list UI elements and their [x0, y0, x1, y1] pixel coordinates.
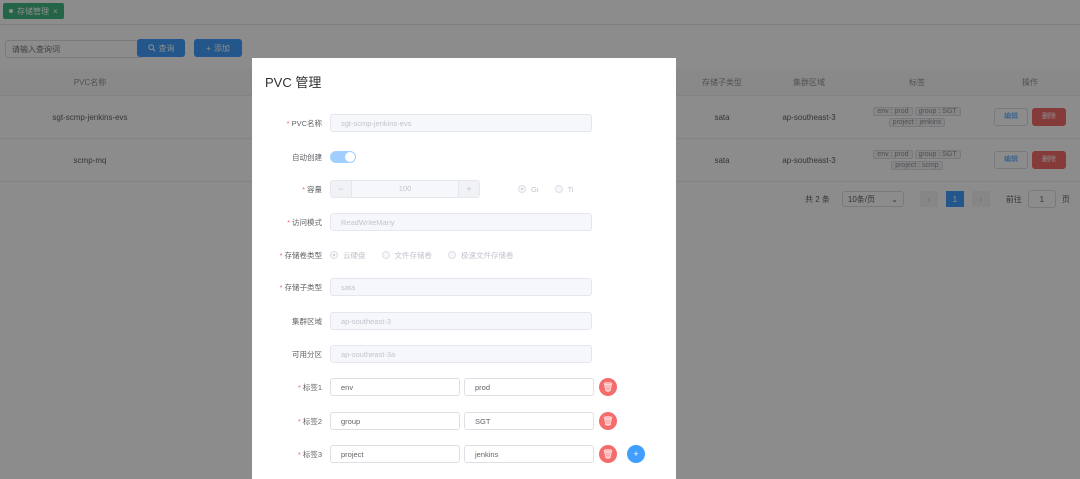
form-row-pvc-name: * PVC名称 sgt-scmp-jenkins-evs	[252, 113, 592, 133]
trash-icon: 🗑	[602, 381, 614, 392]
option-label: 文件存储卷	[394, 250, 433, 260]
auto-create-label: 自动创建	[292, 152, 322, 162]
option-label: 极速文件存储卷	[461, 250, 514, 260]
region-label: 集群区域	[292, 316, 322, 326]
required-mark: *	[286, 118, 290, 128]
dialog-title: PVC 管理	[265, 75, 322, 90]
trash-icon: 🗑	[602, 415, 614, 426]
form-row-capacity: * 容量 − 100 + Gi Ti	[252, 179, 589, 199]
delete-tag-button[interactable]: 🗑	[599, 445, 617, 463]
switch-knob	[345, 152, 355, 162]
radio-icon	[448, 251, 456, 259]
volume-type-radio-file[interactable]: 文件存储卷	[381, 250, 433, 261]
radio-icon	[381, 251, 390, 259]
form-row-access-mode: * 访问模式 ReadWriteMany	[252, 212, 592, 232]
tag-label: 标签2	[302, 416, 322, 426]
pvc-name-label: PVC名称	[291, 118, 322, 128]
radio-checked-icon	[518, 185, 526, 193]
pvc-name-field[interactable]: sgt-scmp-jenkins-evs	[330, 114, 592, 132]
plus-icon: +	[633, 449, 639, 459]
tag-value-input[interactable]: prod	[464, 378, 594, 396]
radio-checked-icon	[330, 251, 338, 259]
radio-icon	[554, 185, 563, 193]
form-row-region: 集群区域 ap-southeast-3	[252, 311, 592, 331]
required-mark: *	[297, 382, 301, 392]
auto-create-switch[interactable]	[330, 151, 356, 163]
option-label: 云硬盘	[343, 250, 366, 260]
form-row-tag-1: * 标签1 env prod 🗑	[252, 377, 617, 397]
required-mark: *	[279, 250, 283, 260]
capacity-unit-group: Gi Ti	[518, 185, 589, 194]
delete-tag-button[interactable]: 🗑	[599, 412, 617, 430]
tag-label: 标签1	[302, 382, 322, 392]
access-mode-label: 访问模式	[292, 217, 322, 227]
form-row-auto-create: 自动创建	[252, 147, 356, 167]
required-mark: *	[297, 449, 301, 459]
volume-type-radio-fast-file[interactable]: 极速文件存储卷	[448, 250, 514, 261]
required-mark: *	[297, 416, 301, 426]
tag-label: 标签3	[302, 449, 322, 459]
delete-tag-button[interactable]: 🗑	[599, 378, 617, 396]
form-row-tag-2: * 标签2 group SGT 🗑	[252, 411, 617, 431]
form-row-tag-3: * 标签3 project jenkins 🗑 +	[252, 444, 645, 464]
volume-type-label: 存储卷类型	[284, 250, 323, 260]
required-mark: *	[287, 217, 290, 227]
form-row-zone: 可用分区 ap-southeast-3a	[252, 344, 592, 364]
tag-value-input[interactable]: jenkins	[464, 445, 594, 463]
capacity-value[interactable]: 100	[351, 181, 459, 197]
form-row-volume-type: * 存储卷类型 云硬盘 文件存储卷 极速文件存储卷	[252, 245, 530, 265]
zone-label: 可用分区	[292, 349, 322, 359]
form-row-sub-type: * 存储子类型 sata	[252, 277, 592, 297]
zone-field[interactable]: ap-southeast-3a	[330, 345, 592, 363]
volume-type-radio-cloud-disk[interactable]: 云硬盘	[330, 250, 366, 261]
tag-key-input[interactable]: env	[330, 378, 460, 396]
required-mark: *	[279, 282, 283, 292]
unit-label: Gi	[531, 184, 539, 194]
add-tag-button[interactable]: +	[627, 445, 645, 463]
plus-icon[interactable]: +	[459, 181, 479, 197]
required-mark: *	[302, 184, 305, 194]
unit-label: Ti	[567, 184, 574, 194]
minus-icon[interactable]: −	[331, 181, 351, 197]
unit-radio-gi[interactable]: Gi	[518, 185, 539, 194]
region-field[interactable]: ap-southeast-3	[330, 312, 592, 330]
tag-key-input[interactable]: project	[330, 445, 460, 463]
tag-key-input[interactable]: group	[330, 412, 460, 430]
access-mode-field[interactable]: ReadWriteMany	[330, 213, 592, 231]
sub-type-label: 存储子类型	[284, 282, 323, 292]
pvc-dialog: PVC 管理 * PVC名称 sgt-scmp-jenkins-evs 自动创建 …	[252, 58, 676, 479]
unit-radio-ti[interactable]: Ti	[554, 184, 574, 194]
capacity-label: 容量	[307, 184, 322, 194]
capacity-stepper[interactable]: − 100 +	[330, 180, 480, 198]
trash-icon: 🗑	[602, 448, 614, 459]
tag-value-input[interactable]: SGT	[464, 412, 594, 430]
sub-type-field[interactable]: sata	[330, 278, 592, 296]
